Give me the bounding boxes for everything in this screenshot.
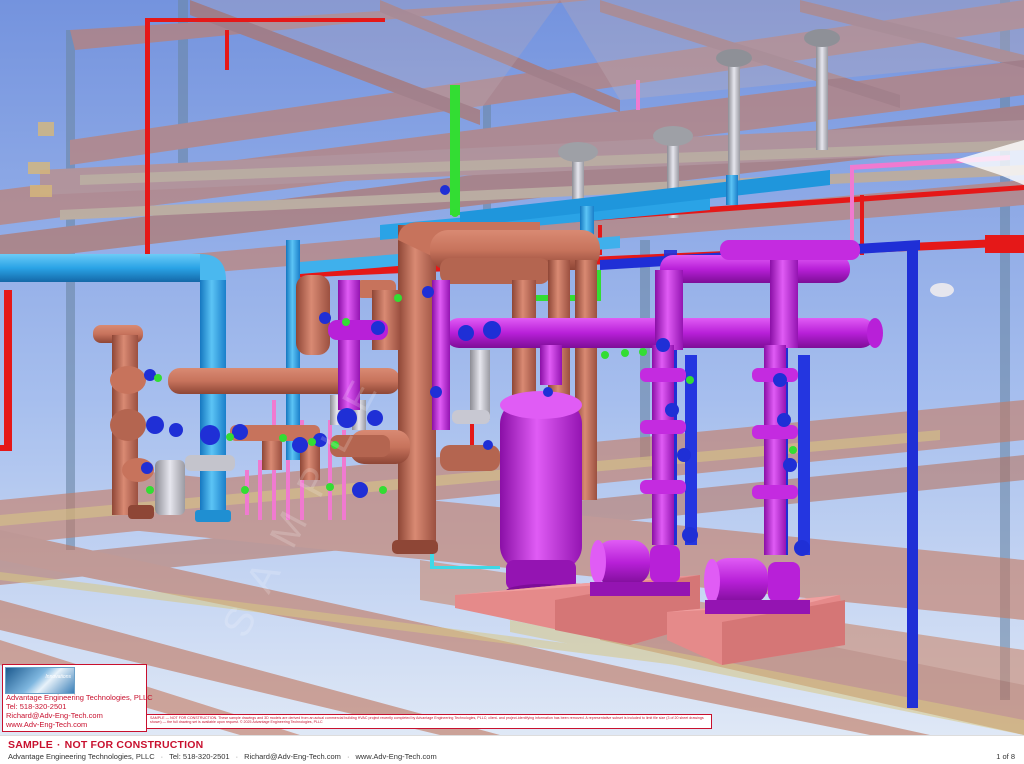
- title-block-company: Advantage Engineering Technologies, PLLC: [6, 693, 153, 702]
- footer-tel: Tel: 518-320-2501: [169, 752, 230, 761]
- footer-email[interactable]: Richard@Adv-Eng-Tech.com: [244, 752, 341, 761]
- logo-caption: Innovations: [45, 674, 71, 680]
- page-number: 1 of 8: [996, 752, 1015, 761]
- 3d-mechanical-room-model: [0, 0, 1024, 735]
- footer: SAMPLE · NOT FOR CONSTRUCTION Advantage En…: [0, 735, 1024, 764]
- sample-label: SAMPLE: [8, 739, 53, 751]
- model-viewport[interactable]: SAMPLE: [0, 0, 1024, 735]
- footer-contact: Advantage Engineering Technologies, PLLC…: [8, 752, 437, 761]
- not-for-construction-label: NOT FOR CONSTRUCTION: [64, 739, 204, 751]
- disclaimer-text: SAMPLE — NOT FOR CONSTRUCTION. These sam…: [150, 716, 704, 725]
- title-block-web[interactable]: www.Adv-Eng-Tech.com: [6, 720, 87, 729]
- title-block-email[interactable]: Richard@Adv-Eng-Tech.com: [6, 711, 103, 720]
- title-block-tel: Tel: 518-320-2501: [6, 702, 67, 711]
- footer-web[interactable]: www.Adv-Eng-Tech.com: [355, 752, 436, 761]
- company-logo: Innovations: [5, 667, 75, 694]
- title-block: Innovations Advantage Engineering Techno…: [2, 664, 153, 732]
- disclaimer-box: SAMPLE — NOT FOR CONSTRUCTION. These sam…: [146, 714, 712, 729]
- sample-banner: SAMPLE · NOT FOR CONSTRUCTION: [8, 739, 203, 751]
- separator-dot: ·: [56, 739, 61, 751]
- footer-company: Advantage Engineering Technologies, PLLC: [8, 752, 155, 761]
